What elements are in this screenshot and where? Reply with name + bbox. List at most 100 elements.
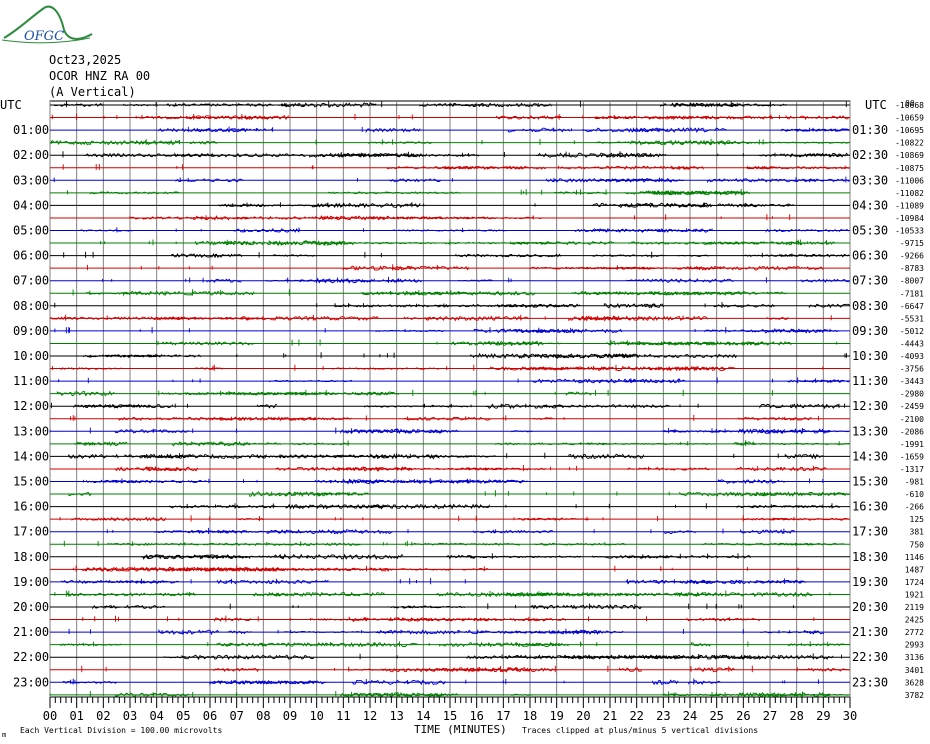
seismic-trace: [54, 327, 840, 334]
x-tick-label: 29: [816, 709, 830, 723]
trace-offset-label: -610: [905, 490, 924, 499]
right-time-label: 03:30: [852, 173, 888, 187]
right-time-label: 09:30: [852, 324, 888, 338]
right-time-label: 17:30: [852, 525, 888, 539]
trace-offset-label: -2100: [900, 415, 924, 424]
trace-offset-label: -266: [905, 503, 924, 512]
seismic-trace: [50, 314, 832, 322]
seismic-trace: [73, 565, 799, 572]
trace-offset-label: -11082: [895, 189, 924, 198]
trace-offset-label: 2993: [905, 641, 924, 650]
seismic-trace: [54, 590, 831, 598]
trace-offset-label: 3628: [905, 678, 924, 687]
seismic-trace: [163, 653, 843, 661]
seismic-trace: [61, 578, 807, 585]
trace-offset-label: -10875: [895, 164, 924, 173]
seismic-trace: [100, 239, 835, 247]
trace-offset-label: -7181: [900, 289, 924, 298]
x-tick-label: 09: [283, 709, 297, 723]
left-time-label: 15:00: [13, 475, 49, 489]
trace-offset-label: -5012: [900, 327, 924, 336]
seismic-trace: [102, 276, 850, 284]
x-tick-label: 28: [789, 709, 803, 723]
seismic-trace: [74, 440, 850, 447]
scale-note: Each Vertical Division = 100.00 microvol…: [20, 726, 222, 735]
trace-offset-label: -2459: [900, 402, 924, 411]
plot-date: Oct23,2025: [49, 53, 121, 67]
left-time-label: 18:00: [13, 550, 49, 564]
x-tick-label: 23: [656, 709, 670, 723]
seismic-trace: [54, 302, 851, 309]
seismic-trace: [68, 490, 850, 497]
trace-offset-label: 3136: [905, 653, 924, 662]
right-time-label: 01:30: [852, 123, 888, 137]
trace-offset-label: -1991: [900, 440, 924, 449]
trace-offset-label: -8783: [900, 264, 924, 273]
left-time-label: 12:00: [13, 399, 49, 413]
seismic-trace: [82, 615, 815, 623]
seismic-trace: [113, 465, 827, 472]
seismic-trace: [51, 364, 824, 372]
seismic-trace: [81, 665, 850, 673]
x-axis-title: TIME (MINUTES): [414, 723, 507, 736]
trace-offset-label: 3782: [905, 691, 924, 700]
seismic-trace: [59, 641, 850, 648]
left-time-label: 09:00: [13, 324, 49, 338]
x-tick-label: 30: [843, 709, 857, 723]
trace-offset-label: -10533: [895, 227, 924, 236]
x-tick-label: 18: [523, 709, 537, 723]
x-tick-label: 27: [763, 709, 777, 723]
x-tick-label: 13: [389, 709, 403, 723]
seismic-trace: [169, 503, 841, 510]
seismic-trace: [51, 113, 850, 121]
left-time-label: 06:00: [13, 249, 49, 263]
left-time-labels: UTC 01:00 02:00 03:00 04:00 05:00 06:00 07:00 08…: [0, 98, 49, 689]
trace-offset-label: -6647: [900, 302, 924, 311]
x-tick-label: 22: [629, 709, 643, 723]
seismic-trace: [156, 339, 838, 347]
x-tick-label: 06: [203, 709, 217, 723]
trace-offset-label: -9266: [900, 252, 924, 261]
x-tick-label: 03: [123, 709, 137, 723]
seismic-trace: [129, 214, 791, 221]
trace-offset-labels: -10668-10659-10695-10822-10869-10875-110…: [895, 101, 924, 700]
trace-offset-label: -3756: [900, 365, 924, 374]
x-tick-label: 16: [469, 709, 483, 723]
trace-offset-label: 1921: [905, 590, 924, 599]
right-time-label: 11:30: [852, 374, 888, 388]
seismic-trace: [80, 227, 849, 233]
seismic-trace: [63, 540, 845, 547]
left-time-label: 01:00: [13, 123, 49, 137]
seismic-trace: [62, 678, 819, 686]
x-tick-label: 19: [549, 709, 563, 723]
left-time-label: 03:00: [13, 173, 49, 187]
left-time-label: 21:00: [13, 625, 49, 639]
x-tick-label: 15: [443, 709, 457, 723]
seismic-trace: [58, 377, 850, 384]
right-time-label: 10:30: [852, 349, 888, 363]
trace-offset-label: 1724: [905, 578, 924, 587]
x-tick-label: 04: [149, 709, 163, 723]
trace-offset-label: 381: [910, 528, 925, 537]
trace-offset-label: 1487: [905, 565, 924, 574]
trace-offset-label: -9715: [900, 239, 924, 248]
left-time-label: 04:00: [13, 198, 49, 212]
left-time-label: 22:00: [13, 650, 49, 664]
right-time-label: 16:30: [852, 500, 888, 514]
seismic-trace: [82, 352, 847, 360]
seismic-trace: [87, 264, 824, 271]
seismic-trace: [92, 603, 794, 610]
seismic-trace: [63, 251, 850, 259]
x-tick-label: 00: [43, 709, 57, 723]
vertical-grid: [49, 101, 851, 697]
trace-offset-label: -981: [905, 478, 924, 487]
trace-offset-label: -3443: [900, 377, 924, 386]
helicorder-plot: OFGC Oct23,2025 OCOR HNZ RA 00 (A Vertic…: [0, 5, 924, 739]
x-tick-label: 11: [336, 709, 350, 723]
x-tick-label: 20: [576, 709, 590, 723]
x-tick-label: 14: [416, 709, 430, 723]
x-axis-ticks: 00 01 02 03 04 05 06 07 08 09 10 11 12 13 14 15 16 17 18 19…: [43, 697, 857, 723]
trace-offset-label: 750: [910, 540, 925, 549]
right-time-label: 15:30: [852, 475, 888, 489]
corner-mark: m: [2, 731, 6, 739]
